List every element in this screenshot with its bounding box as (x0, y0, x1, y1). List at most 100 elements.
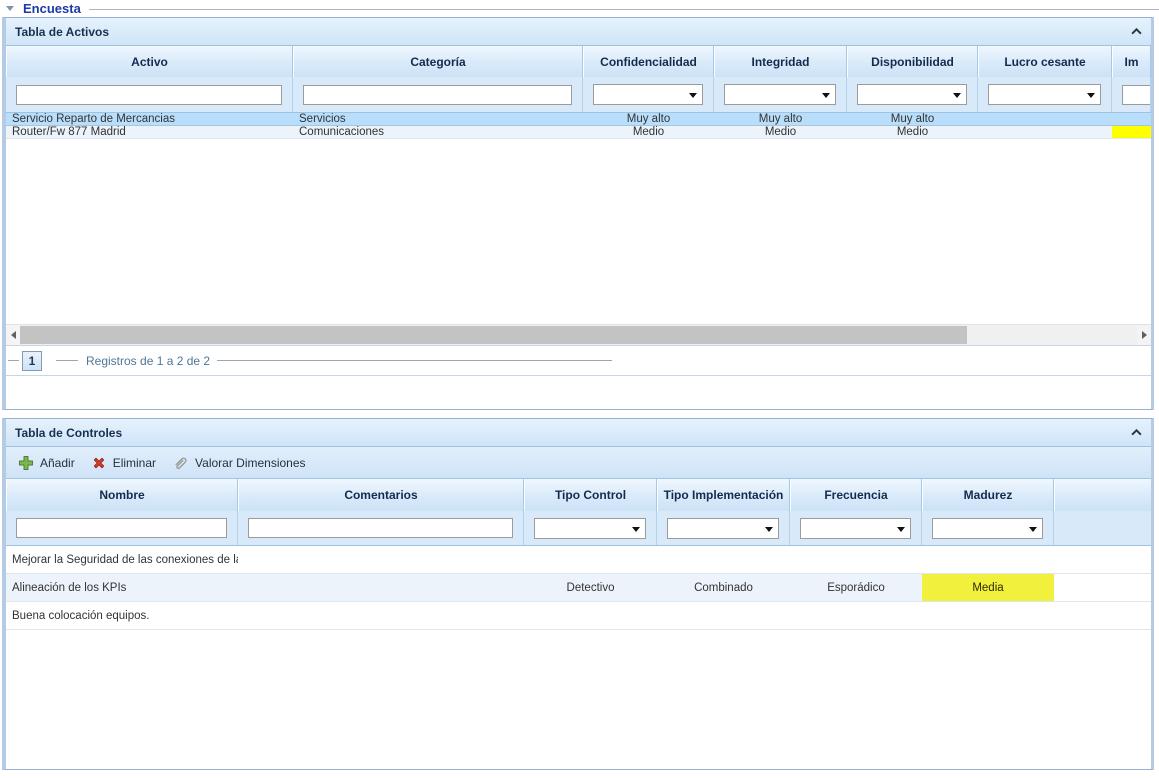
fieldset-collapse-icon[interactable] (6, 6, 14, 11)
cell-nombre[interactable]: Buena colocación equipos. (6, 602, 238, 629)
controles-column-header-row: Nombre Comentarios Tipo Control Tipo Imp… (6, 479, 1151, 511)
cell-comentarios[interactable] (238, 546, 524, 573)
control-row[interactable]: Alineación de los KPIs Detectivo Combina… (6, 574, 1151, 602)
scrollbar-track[interactable] (20, 325, 1137, 345)
cell-im-highlighted[interactable] (1112, 126, 1151, 138)
delete-button[interactable]: Eliminar (87, 452, 164, 474)
paperclip-icon (172, 454, 189, 471)
filter-im-input[interactable] (1122, 85, 1151, 105)
encuesta-legend-label: Encuesta (23, 1, 81, 16)
tabla-controles-panel: Tabla de Controles Añadir Eliminar Valor… (2, 418, 1154, 770)
collapse-activos-icon[interactable] (1131, 28, 1142, 35)
collapse-controles-icon[interactable] (1131, 429, 1142, 436)
cell-frecuencia[interactable] (790, 602, 922, 629)
cell-integridad[interactable]: Muy alto (714, 113, 847, 125)
filter-tipo-implementacion-select[interactable] (667, 518, 779, 539)
delete-x-icon (91, 455, 107, 471)
pager-divider (8, 360, 19, 361)
cell-tipo-implementacion[interactable]: Combinado (657, 574, 790, 601)
select-arrow-icon (1029, 527, 1037, 532)
cell-tipo-control[interactable]: Detectivo (524, 574, 657, 601)
add-button[interactable]: Añadir (14, 452, 83, 474)
cell-madurez[interactable] (922, 546, 1054, 573)
horizontal-scrollbar[interactable] (6, 324, 1151, 345)
cell-madurez[interactable] (922, 602, 1054, 629)
column-header-categoria[interactable]: Categoría (293, 46, 583, 77)
cell-integridad[interactable]: Medio (714, 126, 847, 138)
column-header-activo[interactable]: Activo (6, 46, 293, 77)
cell-nombre[interactable]: Alineación de los KPIs (6, 574, 238, 601)
filter-lucro-cesante-select[interactable] (988, 84, 1101, 105)
cell-confidencialidad[interactable]: Muy alto (583, 113, 714, 125)
plus-icon (18, 455, 34, 471)
filter-frecuencia-select[interactable] (800, 518, 911, 539)
filter-categoria-input[interactable] (303, 85, 572, 105)
cell-confidencialidad[interactable]: Medio (583, 126, 714, 138)
filter-tipo-control-select[interactable] (534, 518, 646, 539)
select-arrow-icon (897, 527, 905, 532)
cell-comentarios[interactable] (238, 602, 524, 629)
cell-tipo-control[interactable] (524, 602, 657, 629)
cell-categoria[interactable]: Servicios (293, 113, 583, 125)
legend-divider (89, 9, 1159, 10)
tabla-controles-panel-header[interactable]: Tabla de Controles (6, 419, 1151, 447)
filter-comentarios-input[interactable] (248, 518, 513, 538)
asset-row-selected[interactable]: Servicio Reparto de Mercancias Servicios… (6, 113, 1151, 126)
encuesta-fieldset-legend: Encuesta (0, 0, 1159, 16)
select-arrow-icon (689, 93, 697, 98)
tabla-activos-title: Tabla de Activos (15, 25, 109, 39)
filter-disponibilidad-select[interactable] (857, 84, 967, 105)
cell-tipo-implementacion[interactable] (657, 602, 790, 629)
column-header-madurez[interactable]: Madurez (922, 479, 1054, 511)
column-header-comentarios[interactable]: Comentarios (238, 479, 524, 511)
column-header-confidencialidad[interactable]: Confidencialidad (583, 46, 714, 77)
column-header-tipo-implementacion[interactable]: Tipo Implementación (657, 479, 790, 511)
cell-disponibilidad[interactable]: Muy alto (847, 113, 978, 125)
control-row[interactable]: Buena colocación equipos. (6, 602, 1151, 630)
cell-frecuencia[interactable] (790, 546, 922, 573)
scroll-left-button[interactable] (6, 325, 20, 345)
controles-toolbar: Añadir Eliminar Valorar Dimensiones (6, 447, 1151, 479)
filter-integridad-select[interactable] (724, 84, 836, 105)
right-arrow-icon (1142, 331, 1147, 339)
column-header-im[interactable]: Im (1112, 46, 1151, 77)
filter-nombre-input[interactable] (16, 518, 227, 538)
column-header-tipo-control[interactable]: Tipo Control (524, 479, 657, 511)
cell-categoria[interactable]: Comunicaciones (293, 126, 583, 138)
cell-activo[interactable]: Router/Fw 877 Madrid (6, 126, 293, 138)
cell-madurez-highlighted[interactable]: Media (922, 574, 1054, 601)
scroll-right-button[interactable] (1137, 325, 1151, 345)
cell-tipo-implementacion[interactable] (657, 546, 790, 573)
tabla-activos-panel-header[interactable]: Tabla de Activos (6, 18, 1151, 46)
scrollbar-thumb[interactable] (20, 326, 967, 344)
cell-nombre[interactable]: Mejorar la Seguridad de las conexiones d… (6, 546, 238, 573)
filter-confidencialidad-select[interactable] (593, 84, 703, 105)
activos-filter-row (6, 77, 1151, 113)
column-header-lucro-cesante[interactable]: Lucro cesante (978, 46, 1112, 77)
controles-filter-row (6, 511, 1151, 546)
activos-grid-empty-area (6, 139, 1151, 324)
tabla-controles-title: Tabla de Controles (15, 426, 122, 440)
filter-madurez-select[interactable] (932, 518, 1043, 539)
cell-lucro-cesante[interactable] (978, 126, 1112, 138)
activos-panel-bottom-padding (6, 376, 1151, 409)
column-header-frecuencia[interactable]: Frecuencia (790, 479, 922, 511)
cell-comentarios[interactable] (238, 574, 524, 601)
valorar-dimensiones-button[interactable]: Valorar Dimensiones (168, 451, 314, 474)
cell-tipo-control[interactable] (524, 546, 657, 573)
cell-activo[interactable]: Servicio Reparto de Mercancias (6, 113, 293, 125)
cell-lucro-cesante[interactable] (978, 113, 1112, 125)
asset-row[interactable]: Router/Fw 877 Madrid Comunicaciones Medi… (6, 126, 1151, 139)
controles-grid-empty-area (6, 630, 1151, 769)
column-header-nombre[interactable]: Nombre (6, 479, 238, 511)
cell-frecuencia[interactable]: Esporádico (790, 574, 922, 601)
cell-im[interactable] (1112, 113, 1151, 125)
page-1-button[interactable]: 1 (22, 351, 42, 371)
filter-activo-input[interactable] (16, 85, 282, 105)
cell-disponibilidad[interactable]: Medio (847, 126, 978, 138)
column-header-disponibilidad[interactable]: Disponibilidad (847, 46, 978, 77)
column-header-integridad[interactable]: Integridad (714, 46, 847, 77)
control-row[interactable]: Mejorar la Seguridad de las conexiones d… (6, 546, 1151, 574)
cell-filler (1054, 546, 1151, 573)
select-arrow-icon (953, 93, 961, 98)
